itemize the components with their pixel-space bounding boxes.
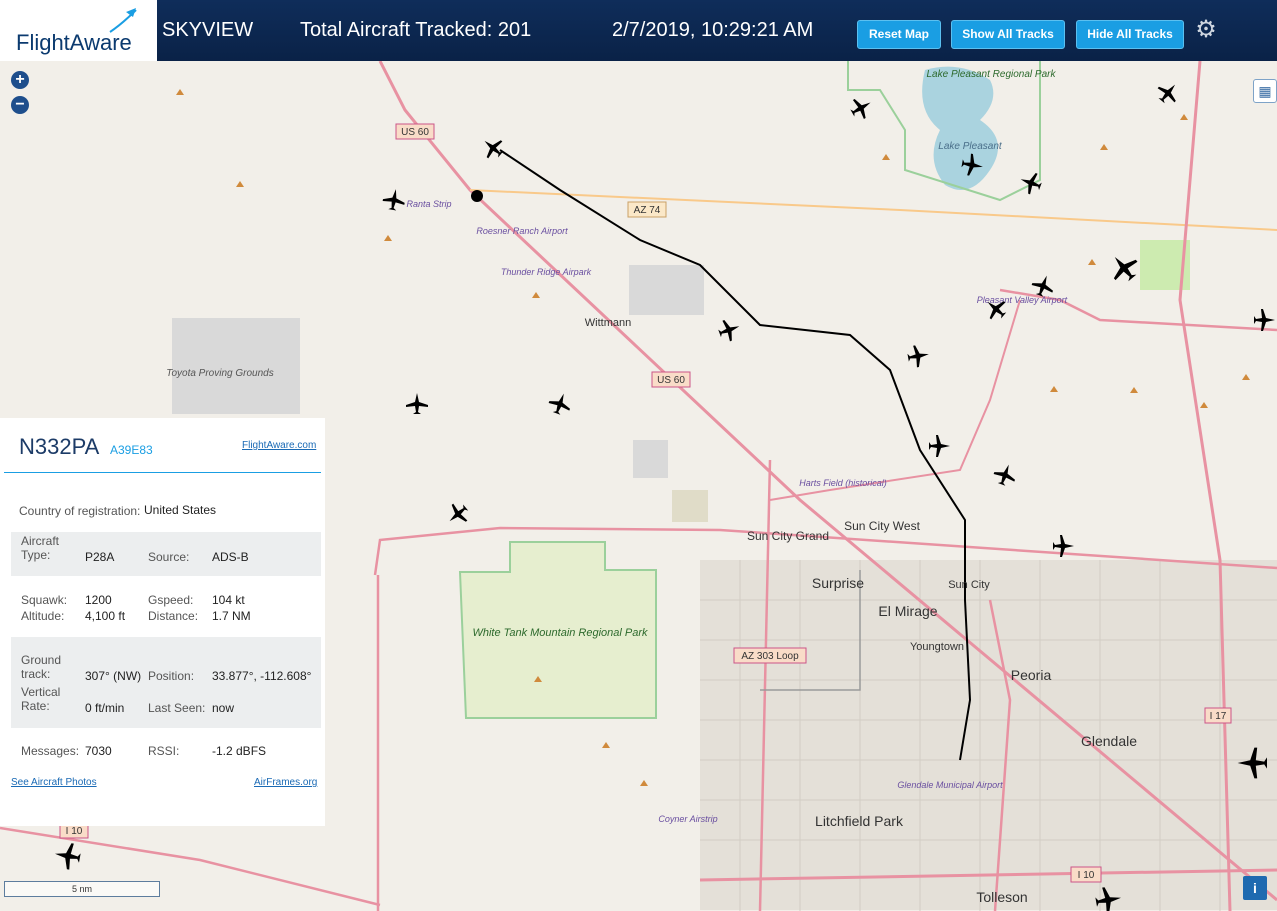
place-label: Wittmann (585, 317, 631, 329)
airport-label: Thunder Ridge Airpark (501, 267, 592, 277)
highway-shield: I 17 (1210, 711, 1227, 722)
aircraft-icon[interactable] (478, 133, 508, 163)
country-label: Country of registration: (19, 504, 141, 518)
highway-shield: US 60 (401, 127, 429, 138)
aircraft-icon[interactable] (406, 393, 428, 414)
flightaware-link[interactable]: FlightAware.com (242, 440, 316, 451)
aircraft-tracked-count: Total Aircraft Tracked: 201 (300, 19, 532, 41)
highway-shield: I 10 (1078, 870, 1095, 881)
scale-bar: 5 nm (4, 881, 160, 897)
aircraft-icon[interactable] (381, 187, 406, 212)
aircraft-icon[interactable] (991, 461, 1019, 488)
airport-label: Glendale Municipal Airport (897, 780, 1003, 790)
gspeed-label: Gspeed: (148, 593, 194, 607)
type-label: Aircraft Type: (21, 534, 60, 562)
reset-map-button[interactable]: Reset Map (857, 20, 941, 49)
info-icon[interactable]: i (1243, 876, 1267, 900)
airport-label: Roesner Ranch Airport (476, 226, 568, 236)
rssi-value: -1.2 dBFS (212, 744, 267, 758)
logo-text: FlightAware (16, 30, 132, 55)
squawk-label: Squawk: (21, 593, 68, 607)
last-seen-value: now (212, 701, 235, 715)
place-label: Toyota Proving Grounds (166, 368, 273, 379)
place-label: Peoria (1011, 667, 1052, 683)
ground-track-value: 307° (NW) (85, 669, 142, 683)
airport-label: Ranta Strip (406, 199, 451, 209)
distance-value: 1.7 NM (212, 609, 251, 623)
source-label: Source: (148, 550, 190, 564)
gspeed-value: 104 kt (212, 593, 245, 607)
aircraft-icon[interactable] (906, 343, 931, 368)
vertical-rate-value: 0 ft/min (85, 701, 125, 715)
airframes-link[interactable]: AirFrames.org (254, 777, 317, 788)
park-label: White Tank Mountain Regional Park (472, 627, 648, 639)
panel-divider (4, 472, 321, 473)
squawk-value: 1200 (85, 593, 112, 607)
airport-label: Harts Field (historical) (799, 478, 887, 488)
place-label: Glendale (1081, 733, 1137, 749)
park-label: Lake Pleasant Regional Park (927, 69, 1057, 80)
zoom-in-button[interactable]: + (11, 71, 29, 89)
flightaware-logo[interactable]: FlightAware (0, 0, 157, 61)
highway-shield: US 60 (657, 375, 685, 386)
zoom-out-button[interactable]: − (11, 96, 29, 114)
rssi-label: RSSI: (148, 744, 180, 758)
aircraft-hex: A39E83 (110, 443, 153, 457)
place-label: Tolleson (976, 889, 1027, 905)
aircraft-icon[interactable] (443, 499, 473, 529)
highway-shield: AZ 74 (634, 205, 661, 216)
clock: 2/7/2019, 10:29:21 AM (612, 19, 814, 41)
settings-gear-icon[interactable]: ⚙ (1193, 17, 1219, 43)
place-label: El Mirage (878, 603, 937, 619)
place-label: Sun City Grand (747, 529, 829, 543)
top-bar: FlightAware SKYVIEW Total Aircraft Track… (0, 0, 1277, 61)
hide-all-tracks-button[interactable]: Hide All Tracks (1076, 20, 1184, 49)
highway-shield: I 10 (66, 826, 83, 837)
messages-value: 7030 (85, 744, 112, 758)
country-value: United States (144, 503, 217, 517)
aircraft-icon[interactable] (53, 841, 82, 871)
layers-grid-icon[interactable]: ▦ (1253, 79, 1277, 103)
messages-label: Messages: (21, 744, 80, 758)
ground-track-label: Ground track: (21, 653, 62, 681)
place-label: Sun City (948, 579, 990, 591)
aircraft-icon[interactable] (546, 390, 574, 417)
aircraft-icon[interactable] (1153, 78, 1183, 108)
position-label: Position: (148, 669, 195, 683)
aircraft-icon[interactable] (716, 316, 743, 344)
type-value: P28A (85, 550, 115, 564)
vertical-rate-label: Vertical Rate: (21, 685, 61, 713)
last-seen-label: Last Seen: (148, 701, 206, 715)
aircraft-callsign: N332PA (19, 434, 100, 459)
aircraft-icon[interactable] (929, 435, 950, 457)
altitude-label: Altitude: (21, 609, 65, 623)
lake-label: Lake Pleasant (938, 141, 1003, 152)
place-label: Litchfield Park (815, 813, 904, 829)
aircraft-icon[interactable] (847, 93, 876, 123)
source-value: ADS-B (212, 550, 249, 564)
app-name: SKYVIEW (162, 19, 254, 41)
place-label: Surprise (812, 575, 864, 591)
aircraft-photos-link[interactable]: See Aircraft Photos (11, 777, 97, 788)
highway-shield: AZ 303 Loop (741, 651, 799, 662)
show-all-tracks-button[interactable]: Show All Tracks (951, 20, 1065, 49)
distance-label: Distance: (148, 609, 199, 623)
place-label: Sun City West (844, 519, 920, 533)
place-label: Youngtown (910, 641, 964, 653)
altitude-value: 4,100 ft (85, 609, 126, 623)
aircraft-info-panel: N332PA A39E83 FlightAware.com Country of… (0, 418, 325, 826)
aircraft-icon[interactable] (1104, 248, 1143, 287)
position-value: 33.877°, -112.608° (212, 669, 312, 683)
airport-label: Coyner Airstrip (658, 814, 717, 824)
